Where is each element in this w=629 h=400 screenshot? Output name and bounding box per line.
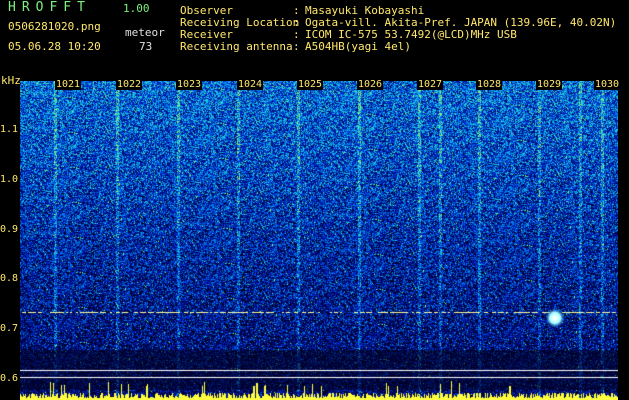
x-tick-label: 1030: [594, 79, 621, 90]
mode-label: meteor: [125, 26, 165, 39]
antenna-value: A504HB(yagi 4el): [305, 40, 411, 53]
y-tick-label: 0.6: [0, 373, 19, 384]
x-tick-label: 1026: [357, 79, 384, 90]
y-tick-label: 0.8: [0, 273, 19, 284]
x-tick-label: 1028: [476, 79, 503, 90]
x-tick-label: 1023: [176, 79, 203, 90]
y-tick-label: 1.0: [0, 174, 19, 185]
frequency-unit: kHz: [1, 74, 21, 87]
file-name: 0506281020.png: [8, 20, 101, 33]
datetime: 05.06.28 10:20: [8, 40, 101, 53]
x-tick-label: 1027: [417, 79, 444, 90]
y-tick-label: 0.7: [0, 323, 19, 334]
x-tick-label: 1021: [55, 79, 82, 90]
y-tick-label: 0.9: [0, 224, 19, 235]
colon: :: [293, 40, 300, 53]
x-tick-label: 1024: [237, 79, 264, 90]
app-version: 1.00: [123, 2, 150, 15]
x-tick-label: 1029: [536, 79, 563, 90]
x-tick-label: 1022: [116, 79, 143, 90]
y-tick-label: 1.1: [0, 124, 19, 135]
app-title: HROFFT: [8, 0, 91, 15]
x-tick-label: 1025: [297, 79, 324, 90]
antenna-label: Receiving antenna: [180, 40, 293, 53]
meteor-count: 73: [139, 40, 153, 53]
spectrogram-canvas: [20, 81, 618, 400]
